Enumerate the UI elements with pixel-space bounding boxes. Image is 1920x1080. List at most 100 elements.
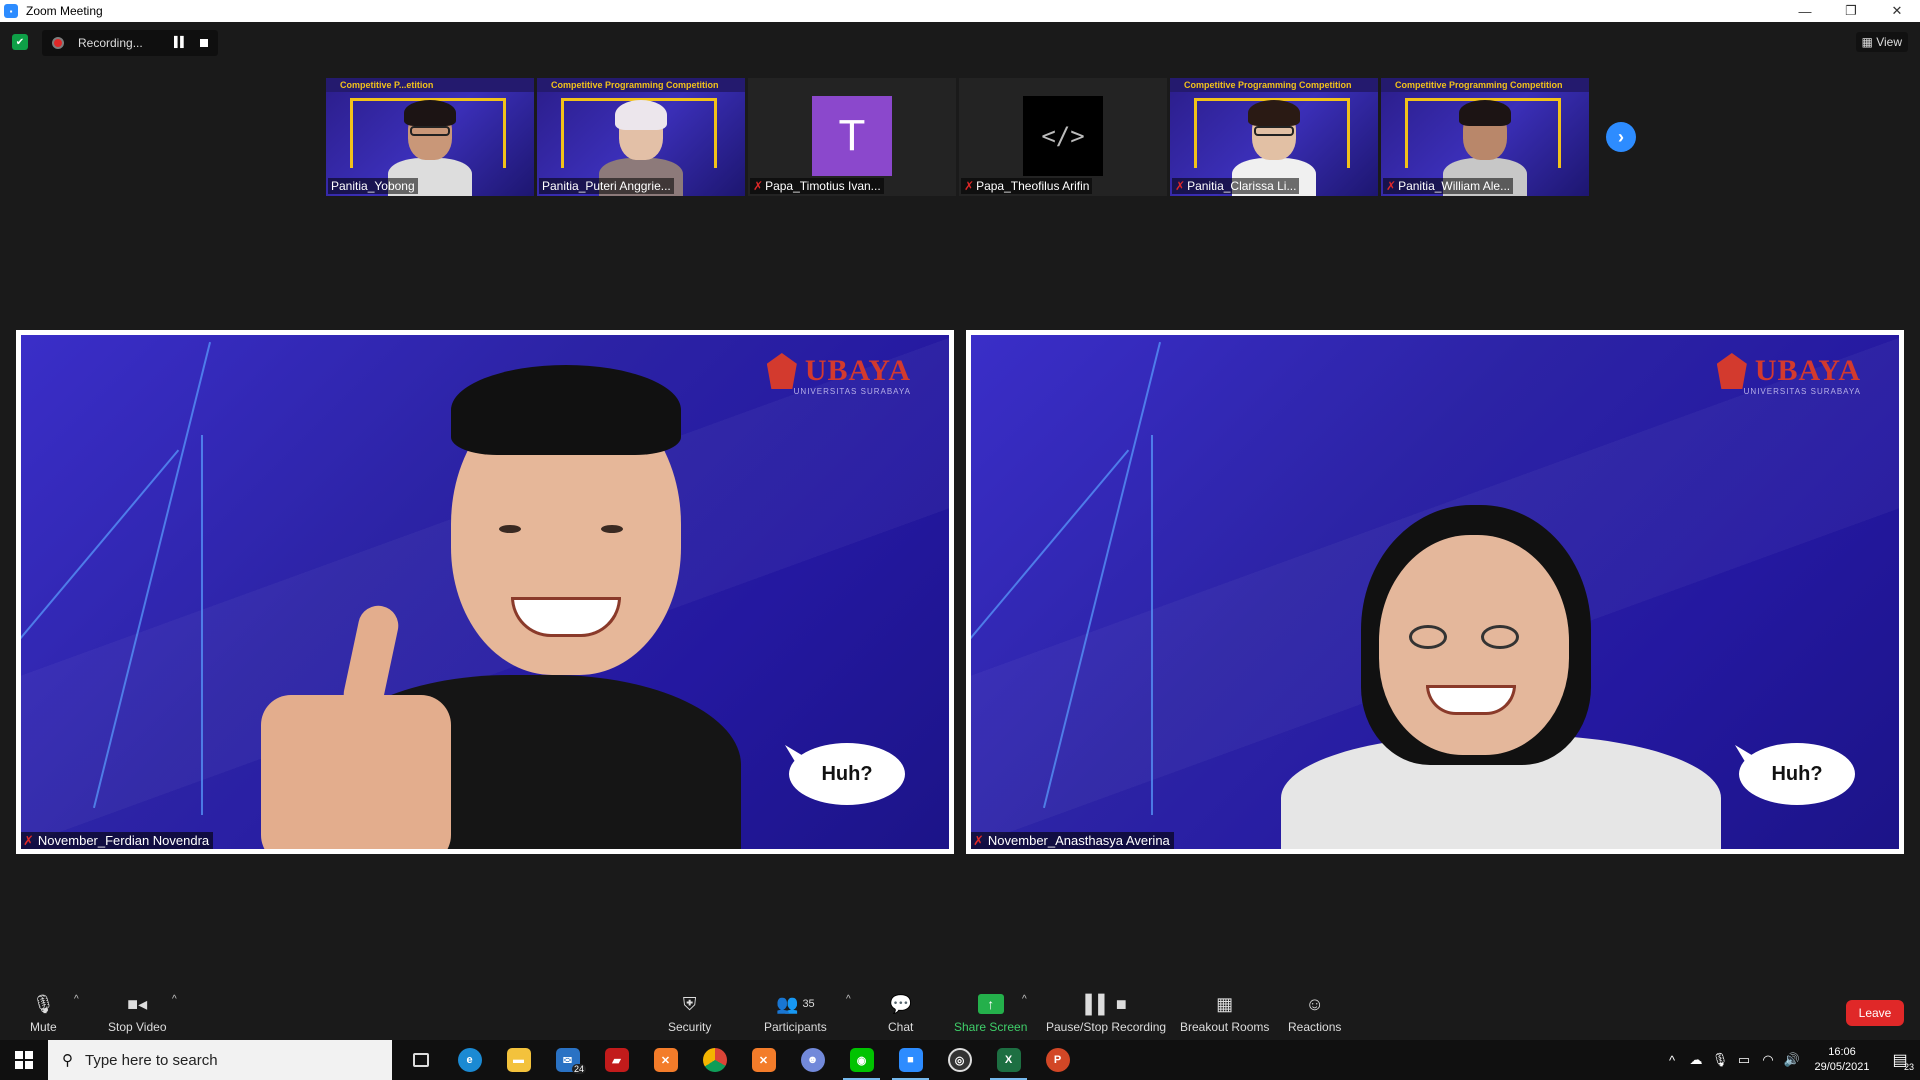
ubaya-logo: UBAYA UNIVERSITAS SURABAYA	[1716, 353, 1861, 396]
participants-button[interactable]: 👥 35 Participants	[764, 992, 827, 1035]
xampp-icon[interactable]: ✕	[739, 1040, 788, 1080]
zoom-app-icon: ▪	[4, 4, 18, 18]
participant-thumbnail-strip: Competitive P...etition Panitia_Yobong C…	[326, 78, 1589, 196]
search-placeholder: Type here to search	[85, 1051, 218, 1069]
taskbar-clock[interactable]: 16:06 29/05/2021	[1804, 1045, 1880, 1075]
stop-recording-icon[interactable]	[200, 39, 208, 47]
window-title: Zoom Meeting	[26, 4, 103, 18]
thumbnail-participant[interactable]: </> ✗ Papa_Theofilus Arifin	[959, 78, 1167, 196]
muted-mic-icon: ✗	[753, 179, 764, 193]
window-titlebar: ▪ Zoom Meeting — ❐ ✕	[0, 0, 1920, 22]
participants-count: 35	[802, 998, 815, 1010]
ubaya-logo: UBAYA UNIVERSITAS SURABAYA	[766, 353, 911, 396]
chrome-icon[interactable]	[690, 1040, 739, 1080]
wifi-icon[interactable]: ◠	[1756, 1052, 1780, 1068]
file-explorer-icon[interactable]: ▬	[494, 1040, 543, 1080]
video-tile-speaker[interactable]: UBAYA UNIVERSITAS SURABAYA Huh? ✗ November…	[16, 330, 954, 854]
thumbnail-banner: Competitive Programming Competition	[1381, 78, 1589, 92]
thumbnail-name: Panitia_Puteri Anggrie...	[539, 178, 674, 194]
thumbnail-banner: Competitive P...etition	[326, 78, 534, 92]
muted-mic-icon: ✗	[1386, 179, 1397, 193]
thumbnail-participant[interactable]: T ✗ Papa_Timotius Ivan...	[748, 78, 956, 196]
thumbnail-participant[interactable]: Competitive Programming Competition ✗ Pan…	[1170, 78, 1378, 196]
reactions-button[interactable]: ☺ Reactions	[1288, 992, 1341, 1035]
line-app-icon[interactable]: ◉	[837, 1040, 886, 1080]
microphone-tray-icon[interactable]: 🎙	[1708, 1052, 1732, 1068]
share-screen-button[interactable]: ↑ Share Screen	[954, 992, 1027, 1034]
thumbnail-name: ✗ Papa_Theofilus Arifin	[961, 178, 1093, 194]
xampp-icon[interactable]: ✕	[641, 1040, 690, 1080]
pause-stop-icon: ▌▌ ■	[1085, 993, 1127, 1014]
chat-button[interactable]: 💬 Chat	[888, 992, 913, 1035]
recording-label: Recording...	[78, 36, 143, 50]
windows-taskbar: ⚲ Type here to search e ▬ ✉ 24 ▰ ✕ ✕ ☻ ◉ …	[0, 1040, 1920, 1080]
participants-options-chevron-icon[interactable]: ^	[846, 994, 851, 1005]
mail-badge: 24	[571, 1064, 586, 1074]
meeting-toolbar: 🎙 Mute ^ ■◂ Stop Video ^ ⛨ Security 👥 35 …	[0, 984, 1920, 1040]
muted-mic-icon: ✗	[964, 179, 975, 193]
smiley-icon: ☺	[1305, 993, 1324, 1014]
pause-stop-recording-button[interactable]: ▌▌ ■ Pause/Stop Recording	[1046, 992, 1166, 1035]
task-view-icon[interactable]	[396, 1040, 445, 1080]
discord-chrome-icon[interactable]: ☻	[788, 1040, 837, 1080]
obs-icon[interactable]: ◎	[935, 1040, 984, 1080]
grid-icon: ▦	[1861, 35, 1877, 49]
clock-date: 29/05/2021	[1814, 1061, 1870, 1073]
shield-icon: ⛨	[682, 993, 697, 1014]
taskbar-apps: e ▬ ✉ 24 ▰ ✕ ✕ ☻ ◉ ■ ◎ X P	[396, 1040, 1082, 1080]
zoom-taskbar-icon[interactable]: ■	[886, 1040, 935, 1080]
thumbnail-name: ✗ Panitia_William Ale...	[1383, 178, 1514, 194]
muted-mic-icon: ✗	[973, 833, 984, 848]
restore-button[interactable]: ❐	[1828, 0, 1874, 22]
minimize-button[interactable]: —	[1782, 0, 1828, 22]
encryption-shield-icon[interactable]: ✔	[12, 34, 28, 50]
muted-mic-icon: ✗	[23, 833, 34, 848]
audio-options-chevron-icon[interactable]: ^	[74, 994, 79, 1005]
participants-icon: 👥 35	[776, 993, 815, 1014]
share-screen-icon: ↑	[977, 992, 1004, 1016]
mail-icon[interactable]: ✉ 24	[543, 1040, 592, 1080]
edge-browser-icon[interactable]: e	[445, 1040, 494, 1080]
video-tile-speaker[interactable]: UBAYA UNIVERSITAS SURABAYA Huh? ✗ November…	[966, 330, 1904, 854]
onedrive-cloud-icon[interactable]: ☁	[1684, 1052, 1708, 1068]
tray-chevron-up-icon[interactable]: ^	[1660, 1053, 1684, 1068]
battery-icon[interactable]: ▭	[1732, 1052, 1756, 1068]
clock-time: 16:06	[1828, 1046, 1856, 1058]
leave-button[interactable]: Leave	[1846, 1000, 1904, 1026]
thumbnail-name: ✗ Panitia_Clarissa Li...	[1172, 178, 1300, 194]
powerpoint-icon[interactable]: P	[1033, 1040, 1082, 1080]
notification-count: 23	[1903, 1062, 1914, 1072]
tile-name: ✗ November_Ferdian Novendra	[21, 832, 214, 849]
security-button[interactable]: ⛨ Security	[668, 992, 711, 1035]
thumbnail-name: Panitia_Yobong	[328, 178, 418, 194]
thumbnail-participant[interactable]: Competitive P...etition Panitia_Yobong	[326, 78, 534, 196]
tile-name: ✗ November_Anasthasya Averina	[971, 832, 1174, 849]
thumbnail-banner: Competitive Programming Competition	[537, 78, 745, 92]
mute-button[interactable]: 🎙 Mute	[30, 992, 57, 1035]
share-options-chevron-icon[interactable]: ^	[1022, 994, 1027, 1005]
pause-recording-icon[interactable]: ▌▌	[174, 37, 187, 48]
excel-icon[interactable]: X	[984, 1040, 1033, 1080]
speech-bubble: Huh?	[789, 743, 905, 805]
taskbar-search-box[interactable]: ⚲ Type here to search	[48, 1040, 392, 1080]
breakout-grid-icon: ▦	[1216, 993, 1234, 1014]
start-button[interactable]	[0, 1040, 48, 1080]
volume-icon[interactable]: 🔊	[1780, 1052, 1804, 1068]
breakout-rooms-button[interactable]: ▦ Breakout Rooms	[1180, 992, 1269, 1035]
thumbnail-banner: Competitive Programming Competition	[1170, 78, 1378, 92]
thumbnail-participant[interactable]: Competitive Programming Competition ✗ Pan…	[1381, 78, 1589, 196]
search-icon: ⚲	[62, 1052, 73, 1069]
windows-logo-icon	[15, 1051, 33, 1069]
view-button[interactable]: ▦ View	[1855, 32, 1908, 52]
close-button[interactable]: ✕	[1874, 0, 1920, 22]
microphone-icon: 🎙	[31, 993, 55, 1014]
thumbnail-participant[interactable]: Competitive Programming Competition Pani…	[537, 78, 745, 196]
next-page-icon[interactable]: ›	[1606, 122, 1636, 152]
video-options-chevron-icon[interactable]: ^	[172, 994, 177, 1005]
notification-center-icon[interactable]: ▤ 23	[1880, 1050, 1920, 1072]
muted-mic-icon: ✗	[1175, 179, 1186, 193]
stop-video-button[interactable]: ■◂ Stop Video	[108, 992, 167, 1035]
system-tray: ^ ☁ 🎙 ▭ ◠ 🔊 16:06 29/05/2021 ▤ 23	[1660, 1040, 1920, 1080]
game-app-icon[interactable]: ▰	[592, 1040, 641, 1080]
thumbnail-name: ✗ Papa_Timotius Ivan...	[750, 178, 884, 194]
